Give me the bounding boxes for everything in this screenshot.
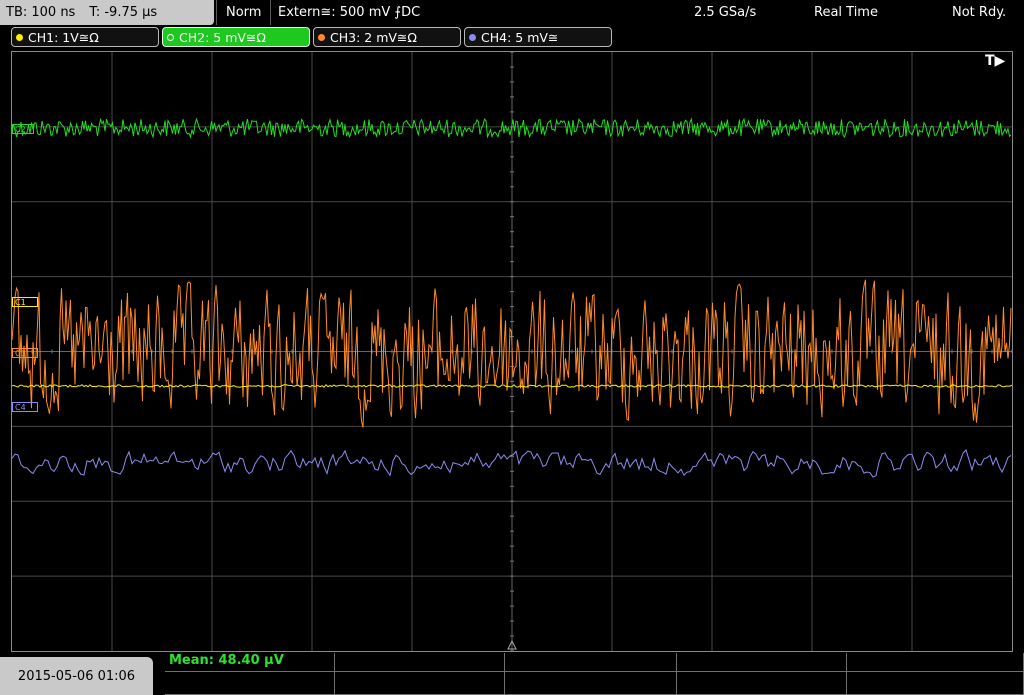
ch1-label: CH1: 1V≅Ω — [28, 29, 99, 45]
tab-ch3[interactable]: CH3: 2 mV≅Ω — [313, 27, 461, 47]
ch3-dot-icon — [318, 33, 325, 41]
ch4-dot-icon — [469, 33, 476, 41]
trigger-source[interactable]: Extern≅: 500 mV ⨍DC — [278, 0, 420, 25]
ch1-dot-icon — [16, 33, 23, 41]
measurement-cell — [505, 672, 677, 695]
measurement-cell — [847, 653, 1024, 672]
timebase-panel[interactable]: TB: 100 ns T: -9.75 µs — [0, 0, 214, 25]
measurement-table: Mean: 48.40 µV — [165, 653, 1024, 695]
acquisition-mode[interactable]: Real Time — [814, 0, 878, 25]
mean-measurement[interactable]: Mean: 48.40 µV — [165, 653, 339, 671]
sample-rate: 2.5 GSa/s — [694, 5, 757, 20]
ch4-marker[interactable]: C4 — [12, 402, 38, 412]
divider — [216, 0, 217, 25]
waveform-canvas — [12, 52, 1012, 651]
ch2-label: CH2: 5 mV≅Ω — [179, 29, 266, 45]
measurement-cell — [677, 672, 847, 695]
ch4-label: CH4: 5 mV≅ — [481, 29, 559, 45]
divider — [270, 0, 271, 25]
measurement-cell — [335, 672, 505, 695]
ch2-marker[interactable]: C2 — [12, 124, 34, 134]
measurement-cell — [335, 653, 505, 672]
ch3-marker[interactable]: C3 — [12, 348, 38, 358]
datetime-display: 2015-05-06 01:06 — [0, 657, 153, 695]
waveform-display[interactable] — [11, 51, 1013, 652]
measurement-cell — [165, 672, 335, 695]
tab-ch1[interactable]: CH1: 1V≅Ω — [11, 27, 159, 47]
ch2-ring-icon — [167, 33, 174, 41]
trigger-time-value: T: -9.75 µs — [89, 5, 158, 20]
trigger-position-icon[interactable]: T▶ — [985, 53, 1005, 69]
tab-ch4[interactable]: CH4: 5 mV≅ — [464, 27, 612, 47]
measurement-cell — [505, 653, 677, 672]
ch3-label: CH3: 2 mV≅Ω — [330, 29, 417, 45]
timebase-value: TB: 100 ns — [6, 5, 76, 20]
acquisition-state: Not Rdy. — [952, 5, 1007, 20]
measurement-cell — [677, 653, 847, 672]
ch1-marker[interactable]: C1 — [12, 297, 38, 307]
channel-tabs: CH1: 1V≅Ω CH2: 5 mV≅Ω CH3: 2 mV≅Ω CH4: 5… — [0, 26, 1024, 48]
tab-ch2[interactable]: CH2: 5 mV≅Ω — [162, 27, 310, 47]
measurement-cell — [847, 672, 1024, 695]
status-bar: TB: 100 ns T: -9.75 µs Norm Extern≅: 500… — [0, 0, 1024, 25]
trigger-mode[interactable]: Norm — [226, 0, 261, 25]
